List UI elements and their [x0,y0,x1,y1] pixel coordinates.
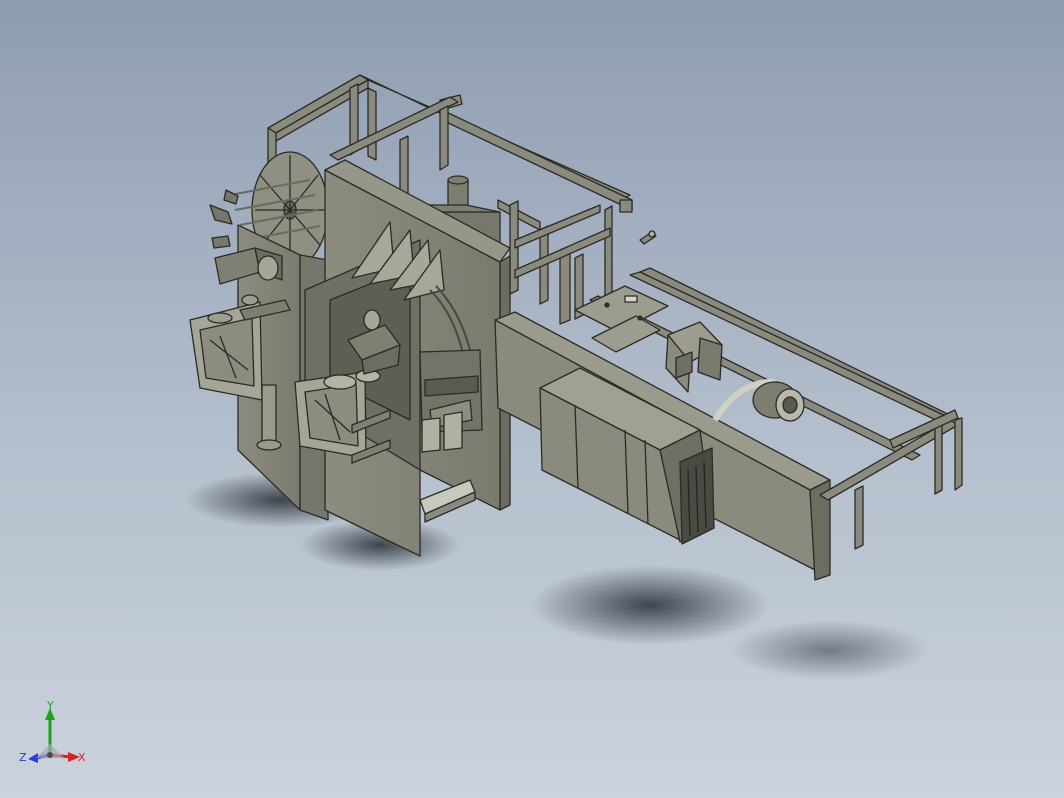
lower-slide-plate[interactable] [419,479,476,523]
x-axis-label: X [78,751,86,764]
z-axis-label: Z [19,751,27,764]
blower-motor[interactable] [712,378,805,422]
y-axis-label: Y [46,700,54,712]
loose-bolt[interactable] [639,230,657,245]
cad-model-view[interactable] [0,0,1064,798]
mounting-plate[interactable] [574,285,669,353]
view-orientation-triad[interactable]: Y X Z [18,700,88,775]
access-panel[interactable] [665,321,723,393]
loose-clamp-parts[interactable] [209,189,239,249]
control-cabinet[interactable] [539,367,715,545]
triad-origin [47,752,53,758]
cad-viewport[interactable]: Y X Z [0,0,1064,798]
